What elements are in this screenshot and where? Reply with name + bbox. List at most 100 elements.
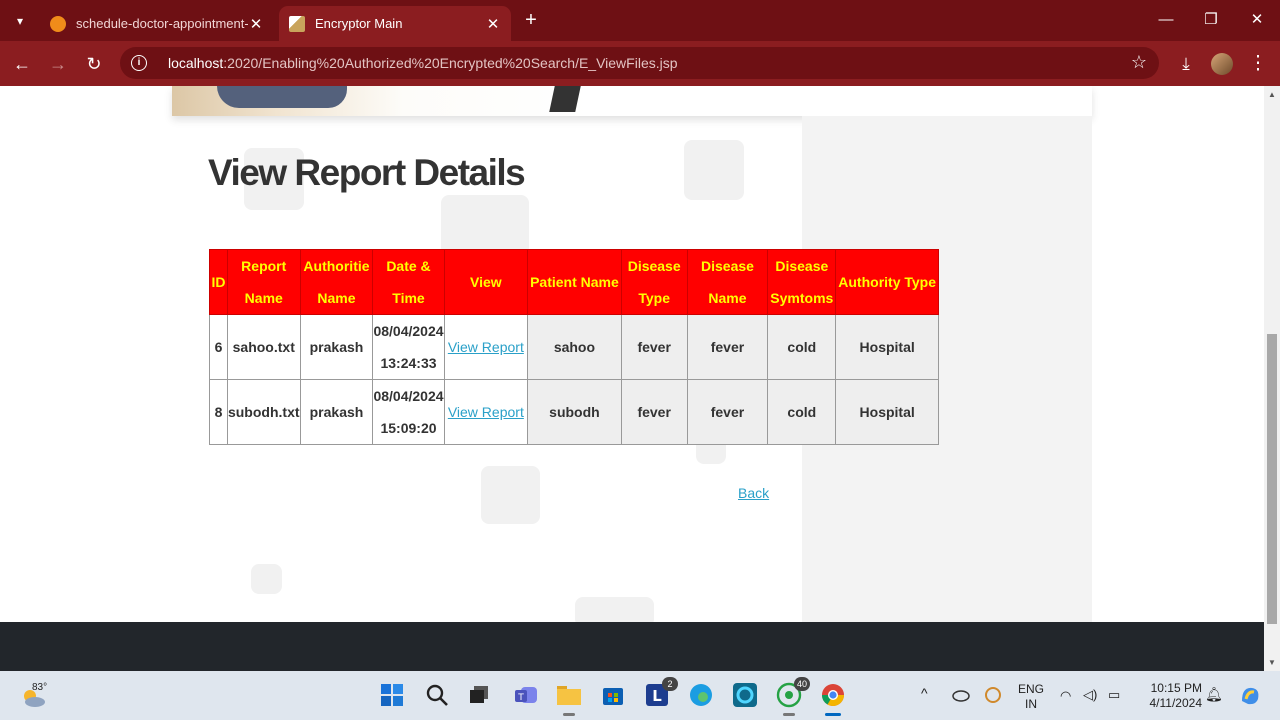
scrollbar-thumb[interactable] bbox=[1267, 334, 1277, 624]
view-report-link[interactable]: View Report bbox=[448, 339, 524, 355]
report-table: ID Report Name Authoritie Name Date & Time … bbox=[209, 249, 939, 445]
header-text: Disease bbox=[701, 258, 754, 274]
tab-list-icon[interactable]: ▾ bbox=[8, 9, 32, 33]
weather-widget[interactable]: 83° bbox=[18, 680, 78, 712]
tray-overflow-icon[interactable]: ^ bbox=[921, 686, 928, 701]
l-app-icon[interactable]: L 2 bbox=[642, 677, 678, 710]
header-text: Report bbox=[241, 258, 287, 274]
bookmark-star-icon[interactable]: ☆ bbox=[1131, 52, 1147, 73]
weather-temp: 83° bbox=[32, 682, 48, 693]
decor-square bbox=[251, 564, 282, 594]
profile-avatar[interactable] bbox=[1211, 53, 1233, 75]
sync-icon[interactable] bbox=[979, 680, 1007, 710]
tab-title: schedule-doctor-appointment- bbox=[76, 16, 248, 31]
decor-square bbox=[441, 195, 529, 255]
header-text: Authoritie bbox=[303, 258, 370, 274]
cell-date-time: 08/04/2024 13:24:33 bbox=[372, 314, 445, 380]
region-code: IN bbox=[1025, 697, 1037, 711]
header-text: View bbox=[470, 274, 502, 290]
col-header-authority-name: Authoritie Name bbox=[299, 249, 374, 315]
search-icon[interactable] bbox=[422, 680, 452, 710]
browser-toolbar: ← → ↻ i localhost:2020/Enabling%20Author… bbox=[0, 41, 1280, 86]
cell-date-time: 08/04/2024 15:09:20 bbox=[372, 379, 445, 445]
header-banner bbox=[172, 86, 1092, 116]
download-icon[interactable]: ⤓ bbox=[1173, 51, 1199, 77]
clock[interactable]: 10:15 PM 4/11/2024 bbox=[1138, 681, 1203, 711]
copilot-icon[interactable] bbox=[1235, 680, 1265, 710]
header-text: Name bbox=[317, 290, 356, 306]
teams-icon[interactable]: T bbox=[511, 680, 541, 710]
scroll-up-icon[interactable]: ▲ bbox=[1264, 88, 1280, 102]
header-text: Name bbox=[708, 290, 747, 306]
header-text: Patient Name bbox=[530, 274, 619, 290]
battery-icon[interactable]: ▭ bbox=[1108, 687, 1120, 702]
whatsapp-icon[interactable]: 40 bbox=[774, 677, 810, 716]
cell-date: 08/04/2024 bbox=[373, 323, 444, 339]
close-window-icon[interactable]: ✕ bbox=[1242, 8, 1272, 32]
header-text: Date & bbox=[386, 258, 431, 274]
close-icon[interactable]: ✕ bbox=[485, 15, 501, 33]
cell-authority-name: prakash bbox=[299, 379, 374, 445]
back-link[interactable]: Back bbox=[738, 485, 769, 501]
cell-id: 8 bbox=[209, 379, 228, 445]
cell-report-name: sahoo.txt bbox=[226, 314, 301, 380]
header-text: ID bbox=[211, 274, 226, 290]
taskbar: 83° T L 2 40 ^ ENG IN ◠ ◁) ▭ 10:15 PM 4/… bbox=[0, 671, 1280, 720]
start-icon[interactable] bbox=[377, 680, 407, 710]
restore-icon[interactable]: ❐ bbox=[1196, 8, 1226, 32]
cell-patient-name: sahoo bbox=[527, 314, 622, 380]
table-row: 8 subodh.txt prakash 08/04/2024 15:09:20 … bbox=[209, 379, 939, 445]
cell-disease-symptoms: cold bbox=[767, 314, 837, 380]
address-url[interactable]: localhost:2020/Enabling%20Authorized%20E… bbox=[168, 55, 678, 71]
back-arrow-icon[interactable]: ← bbox=[9, 51, 35, 77]
col-header-report-name: Report Name bbox=[226, 249, 301, 315]
table-row: 6 sahoo.txt prakash 08/04/2024 13:24:33 V… bbox=[209, 314, 939, 380]
cell-disease-symptoms: cold bbox=[767, 379, 837, 445]
cortana-icon[interactable] bbox=[730, 680, 760, 710]
table-header-row: ID Report Name Authoritie Name Date & Time … bbox=[209, 249, 939, 315]
wifi-icon[interactable]: ◠ bbox=[1060, 688, 1071, 703]
vertical-scrollbar[interactable]: ▲ ▼ bbox=[1264, 86, 1280, 671]
cell-disease-type: fever bbox=[620, 314, 688, 380]
svg-text:L: L bbox=[652, 687, 662, 705]
col-header-disease-symptoms: Disease Symtoms bbox=[767, 249, 837, 315]
cell-id: 6 bbox=[209, 314, 228, 380]
cell-authority-type: Hospital bbox=[835, 314, 939, 380]
edge-icon[interactable] bbox=[686, 680, 716, 710]
url-host: localhost bbox=[168, 55, 224, 71]
header-text: Name bbox=[244, 290, 283, 306]
file-explorer-icon[interactable] bbox=[554, 680, 584, 716]
view-report-link[interactable]: View Report bbox=[448, 404, 524, 420]
cell-view: View Report bbox=[443, 379, 529, 445]
task-view-icon[interactable] bbox=[464, 680, 494, 710]
tab-schedule-doctor[interactable]: schedule-doctor-appointment- ✕ bbox=[40, 6, 274, 41]
site-info-icon[interactable]: i bbox=[131, 55, 147, 71]
lang-code: ENG bbox=[1017, 682, 1044, 696]
page-viewport: View Report Details ID Report Name Author… bbox=[0, 86, 1264, 671]
scroll-down-icon[interactable]: ▼ bbox=[1264, 656, 1280, 670]
forward-arrow-icon[interactable]: → bbox=[45, 51, 71, 77]
svg-text:T: T bbox=[517, 693, 524, 703]
volume-icon[interactable]: ◁) bbox=[1083, 687, 1097, 702]
store-icon[interactable] bbox=[598, 680, 628, 710]
chrome-icon[interactable] bbox=[818, 680, 848, 716]
reload-icon[interactable]: ↻ bbox=[81, 51, 107, 77]
close-icon[interactable]: ✕ bbox=[248, 15, 264, 33]
tab-encryptor-main[interactable]: Encryptor Main ✕ bbox=[279, 6, 511, 41]
cell-report-name: subodh.txt bbox=[226, 379, 301, 445]
onedrive-icon[interactable] bbox=[946, 680, 974, 710]
language-indicator[interactable]: ENG IN bbox=[1014, 682, 1048, 712]
tab-title: Encryptor Main bbox=[315, 16, 403, 31]
cell-view: View Report bbox=[443, 314, 529, 380]
notification-badge: 40 bbox=[793, 677, 810, 691]
col-header-date-time: Date & Time bbox=[372, 249, 445, 315]
running-indicator bbox=[783, 713, 795, 716]
new-tab-icon[interactable]: + bbox=[520, 8, 542, 32]
minimize-icon[interactable]: — bbox=[1151, 8, 1181, 32]
page-title: View Report Details bbox=[208, 152, 526, 193]
notification-bell-icon[interactable]: 🔔︎ bbox=[1205, 687, 1223, 702]
decor-square bbox=[684, 140, 744, 200]
more-menu-icon[interactable]: ⋮ bbox=[1245, 51, 1271, 77]
address-bar[interactable]: i localhost:2020/Enabling%20Authorized%2… bbox=[120, 47, 1159, 79]
header-text: Time bbox=[392, 290, 425, 306]
